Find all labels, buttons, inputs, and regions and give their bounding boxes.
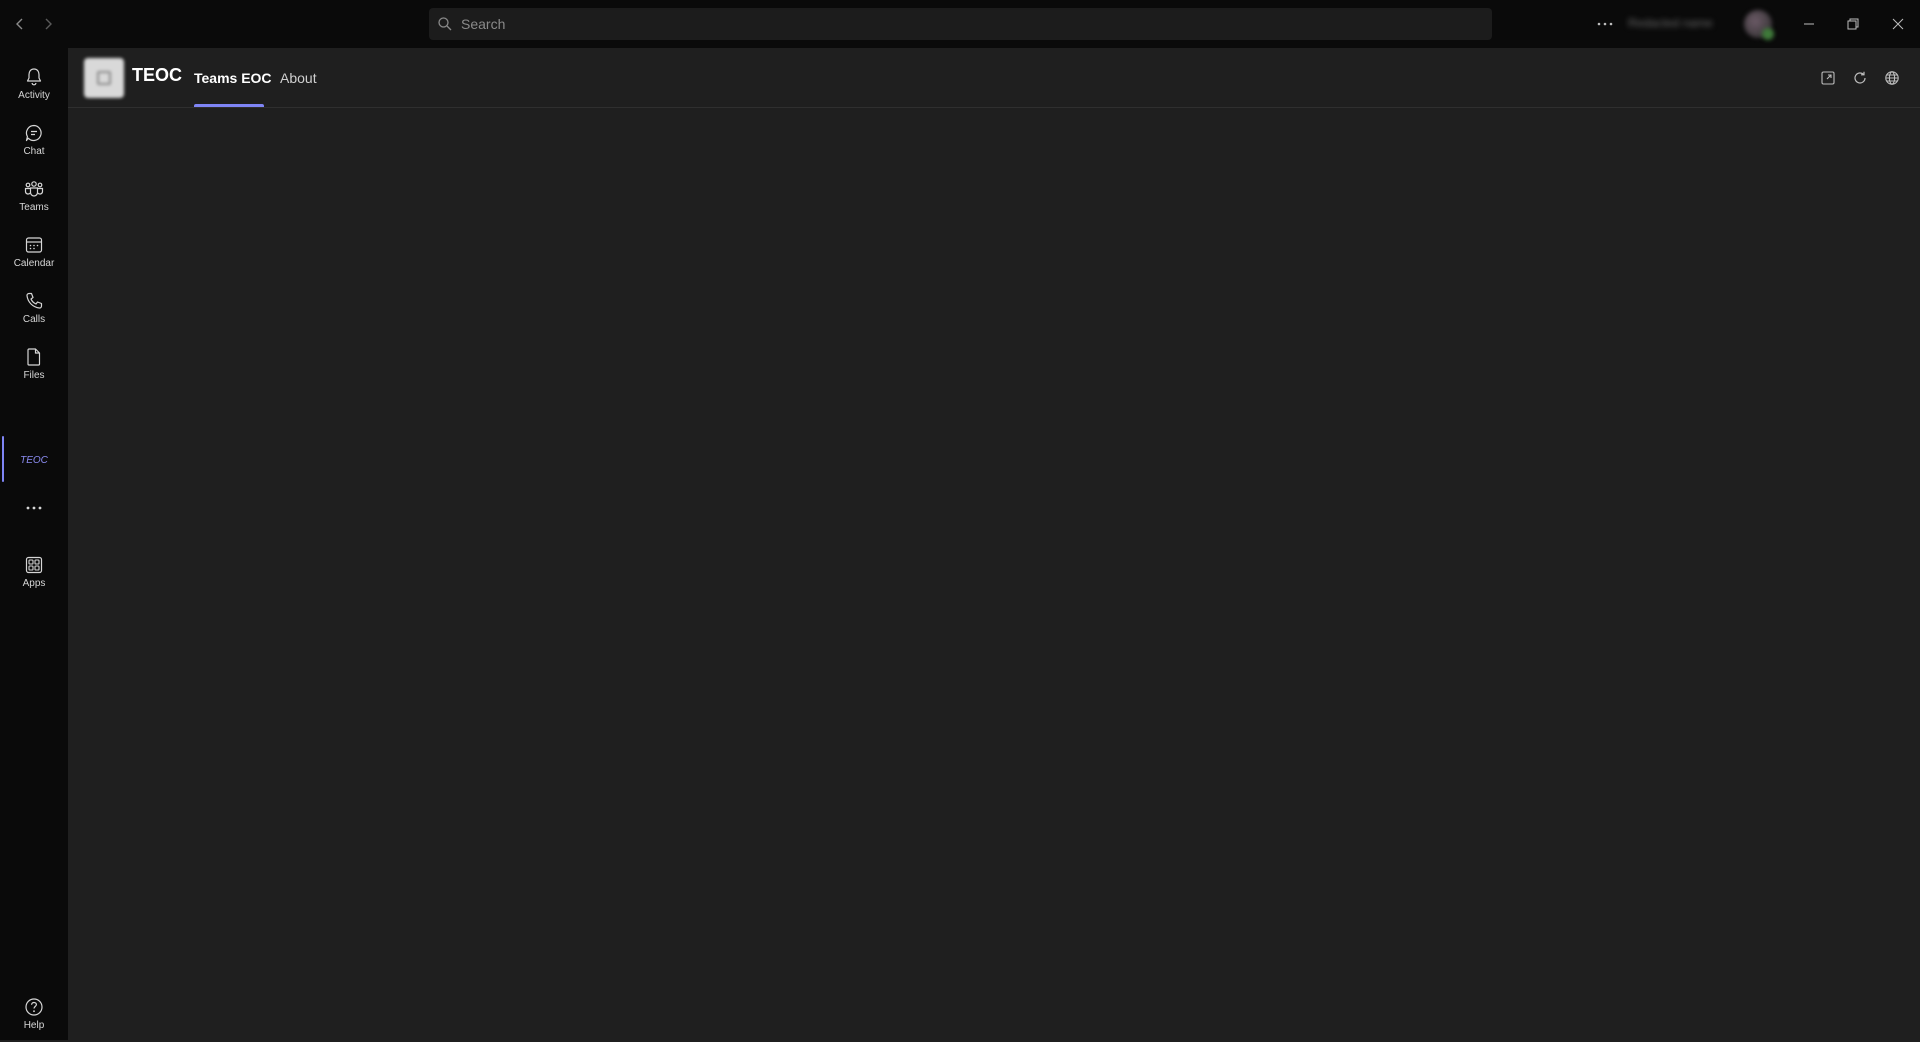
minimize-icon [1804,23,1814,25]
rail-item-activity[interactable]: Activity [0,56,68,112]
search-icon [438,17,452,31]
globe-icon [1885,71,1899,85]
rail-item-calendar[interactable]: Calendar [0,224,68,280]
refresh-icon [1854,71,1866,84]
rail-label-activity: Activity [18,90,50,101]
rail-label-chat: Chat [23,146,45,157]
website-button[interactable] [1880,66,1904,90]
rail-item-apps[interactable]: Apps [0,544,68,600]
chat-icon [25,124,42,142]
title-bar: Redacted name [0,0,1920,48]
app-logo-mark [97,71,111,85]
teams-icon [24,181,44,197]
app-logo [84,58,124,98]
tab-about[interactable]: About [280,48,317,108]
minimize-button[interactable] [1787,0,1831,48]
rail-label-help: Help [23,1020,45,1031]
presence-status-icon [1762,28,1774,40]
back-button[interactable] [8,12,32,36]
file-icon [27,348,41,366]
close-button[interactable] [1876,0,1920,48]
popout-icon [1821,71,1835,85]
bell-icon [26,68,42,86]
rail-label-teoc: TEOC [20,455,48,466]
rail-item-teoc[interactable]: TEOC [0,432,68,486]
restore-icon [1847,18,1859,30]
rail-label-teams: Teams [19,202,49,213]
tab-teams-eoc[interactable]: Teams EOC [194,48,272,108]
rail-label-calls: Calls [22,314,46,325]
rail-label-files: Files [23,370,45,381]
app-content: TEOC Teams EOC About [68,48,1920,1040]
restore-button[interactable] [1831,0,1875,48]
rail-item-teams[interactable]: Teams [0,168,68,224]
chevron-right-icon [45,18,52,30]
rail-item-calls[interactable]: Calls [0,280,68,336]
rail-item-chat[interactable]: Chat [0,112,68,168]
close-icon [1892,18,1904,30]
app-header: TEOC Teams EOC About [68,48,1920,108]
rail-item-help[interactable]: Help [0,986,68,1042]
forward-button[interactable] [36,12,60,36]
tab-selected-indicator [194,104,264,107]
search-box[interactable] [429,8,1492,40]
phone-icon [26,292,43,309]
rail-label-calendar: Calendar [13,258,55,269]
rail-label-apps: Apps [22,578,46,589]
search-input[interactable] [459,15,1459,33]
help-icon [25,998,43,1016]
popout-button[interactable] [1816,66,1840,90]
more-horizontal-icon [26,506,42,510]
apps-icon [25,556,43,574]
chevron-left-icon [16,18,23,30]
calendar-icon [25,237,43,253]
rail-item-files[interactable]: Files [0,336,68,392]
refresh-button[interactable] [1848,66,1872,90]
app-body [68,109,1920,1040]
account-name: Redacted name [1628,16,1713,30]
app-title: TEOC [132,65,183,85]
settings-more-button[interactable] [1590,12,1620,36]
app-rail: Activity Chat Teams Calendar Calls Files… [0,48,68,1040]
more-horizontal-icon [1597,22,1613,26]
rail-item-more[interactable] [0,488,68,528]
